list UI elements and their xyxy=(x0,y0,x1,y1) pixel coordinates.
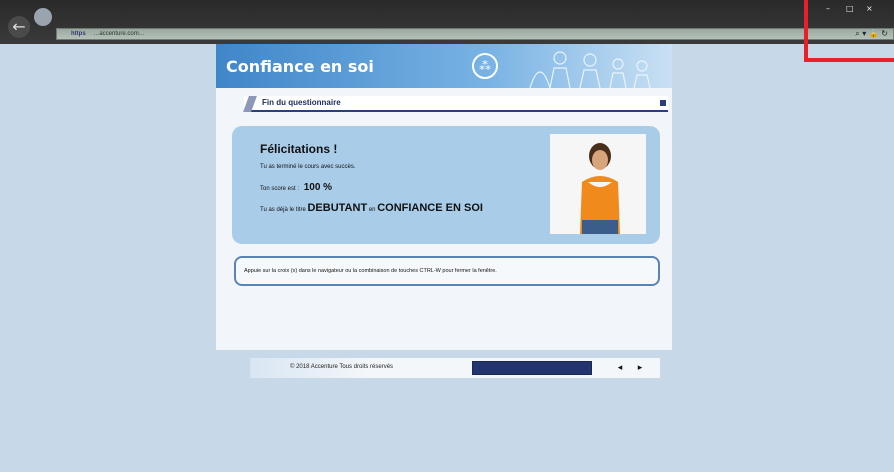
browser-chrome: ← https …accenture.com… ⌕ ▾ 🔒 ↻ xyxy=(0,0,894,44)
score-label: Ton score est : xyxy=(260,186,300,192)
progress-fill xyxy=(473,362,591,374)
level-line: Tu as déjà le titre DEBUTANT en CONFIANC… xyxy=(260,202,483,214)
woman-photo xyxy=(550,134,646,234)
score-line: Ton score est : 100 % xyxy=(260,182,332,193)
section-accent xyxy=(243,96,257,112)
level-name: DEBUTANT xyxy=(307,202,368,214)
address-bar[interactable]: https …accenture.com… xyxy=(56,28,894,40)
people-illustration xyxy=(529,51,651,88)
level-prefix: Tu as déjà le titre xyxy=(260,207,306,213)
close-icon[interactable]: × xyxy=(866,4,873,13)
level-connector: en xyxy=(368,207,376,213)
course-window: Confiance en soi ⁂ Fin du questionnaire … xyxy=(216,44,672,350)
browser-logo-icon xyxy=(34,8,52,26)
address-scheme: https xyxy=(71,31,86,37)
score-value: 100 % xyxy=(303,182,333,193)
section-corner-icon xyxy=(660,100,666,106)
info-text: Appuie sur la croix (x) dans le navigate… xyxy=(244,268,497,274)
progress-bar xyxy=(472,361,592,375)
course-title: Confiance en soi xyxy=(226,57,374,76)
completion-text: Tu as terminé le cours avec succès. xyxy=(260,164,356,170)
congratulations-panel: Félicitations ! Tu as terminé le cours a… xyxy=(232,126,660,244)
course-banner: Confiance en soi ⁂ xyxy=(216,44,672,88)
next-arrow-icon[interactable]: ▸ xyxy=(634,362,646,374)
section-header: Fin du questionnaire xyxy=(243,96,668,112)
globe-icon: ⁂ xyxy=(472,53,498,79)
previous-arrow-icon[interactable]: ◂ xyxy=(614,362,626,374)
level-topic: CONFIANCE EN SOI xyxy=(377,202,483,214)
info-box: Appuie sur la croix (x) dans le navigate… xyxy=(234,256,660,286)
maximize-icon[interactable]: □ xyxy=(846,4,854,13)
congrats-heading: Félicitations ! xyxy=(260,142,338,156)
course-footer: © 2018 Accenture Tous droits réservés ◂ … xyxy=(250,358,660,378)
minimize-icon[interactable]: – xyxy=(826,4,830,13)
back-arrow-icon[interactable]: ← xyxy=(8,16,30,38)
section-title: Fin du questionnaire xyxy=(262,98,341,107)
window-controls-highlight: – □ × xyxy=(804,0,894,62)
copyright-text: © 2018 Accenture Tous droits réservés xyxy=(290,364,394,370)
address-url: …accenture.com… xyxy=(93,31,145,37)
